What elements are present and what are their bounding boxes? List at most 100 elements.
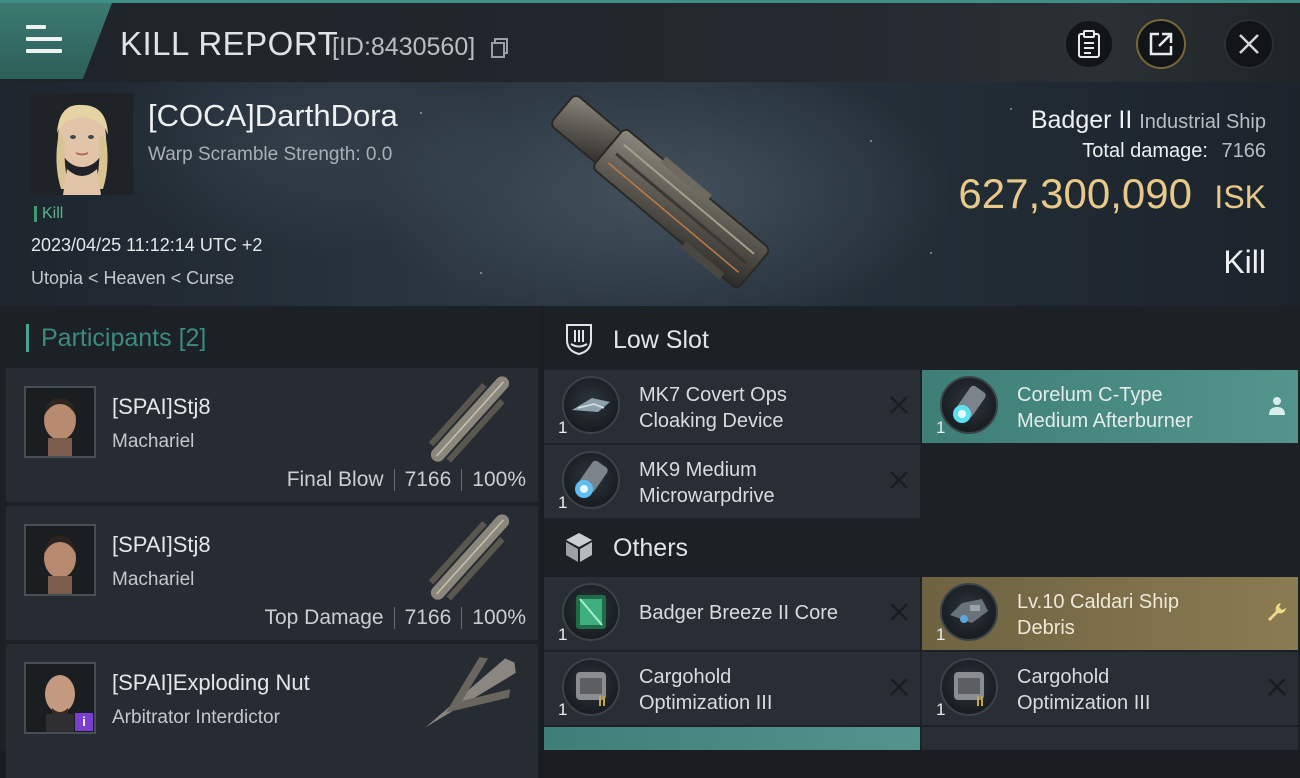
participant-stats: Top Damage 7166 100%: [264, 606, 526, 630]
module-item[interactable]: 1 MK9 Medium Microwarpdrive: [544, 445, 920, 518]
module-quantity: 1: [558, 493, 568, 512]
participant-ship-image: [425, 657, 516, 728]
module-quantity: 1: [936, 625, 946, 644]
others-label: Others: [613, 534, 689, 562]
module-quantity: 1: [558, 418, 568, 437]
x-icon: [890, 603, 908, 621]
module-name-line2: Optimization III: [1017, 692, 1151, 714]
module-item-partial[interactable]: [544, 727, 920, 750]
participant-name: [SPAI]Stj8: [112, 532, 211, 557]
ship-debris-icon: [940, 583, 998, 641]
module-name-line1: Corelum C-Type: [1017, 384, 1163, 406]
participant-stats: Final Blow 7166 100%: [287, 468, 526, 492]
x-icon: [890, 471, 908, 489]
victim-ship: Badger II Industrial Ship: [1031, 106, 1266, 135]
participants-count: [2]: [178, 324, 207, 352]
clipboard-icon: [1078, 30, 1100, 58]
ship-core-icon: [562, 583, 620, 641]
module-name: Lv.10 Caldari Ship Debris: [1017, 589, 1247, 641]
participants-title: Participants: [41, 324, 172, 352]
module-item[interactable]: 1 Badger Breeze II Core: [544, 577, 920, 650]
module-name: Cargohold Optimization III: [639, 664, 869, 716]
copy-icon[interactable]: [491, 38, 509, 58]
module-name-line1: MK9 Medium: [639, 459, 757, 481]
low-slot-section-header: Low Slot: [544, 308, 1300, 374]
avatar[interactable]: i: [24, 662, 96, 734]
person-icon: [1269, 397, 1285, 415]
low-slot-icon: [566, 324, 592, 356]
isk-unit: ISK: [1214, 179, 1266, 215]
afterburner-icon: [940, 376, 998, 434]
participant-damage: 7166: [404, 606, 452, 629]
participant-row[interactable]: [SPAI]Stj8 Machariel Final Blow 7166 100%: [6, 368, 538, 502]
ship-name: Badger II: [1030, 106, 1133, 134]
page-title: KILL REPORT: [120, 25, 339, 62]
close-icon: [1239, 34, 1259, 54]
module-name-line2: Debris: [1017, 617, 1075, 639]
x-icon: [890, 396, 908, 414]
module-item[interactable]: 1 Corelum C-Type Medium Afterburner: [922, 370, 1298, 443]
others-section-header: Others: [544, 516, 1300, 582]
participant-name: [SPAI]Exploding Nut: [112, 670, 310, 695]
module-name: Badger Breeze II Core: [639, 600, 869, 626]
participant-ship: Arbitrator Interdictor: [112, 707, 280, 728]
victim-name: [COCA]DarthDora: [148, 98, 398, 133]
module-item[interactable]: 1 Cargohold Optimization III: [922, 652, 1298, 725]
module-name: MK7 Covert Ops Cloaking Device: [639, 382, 869, 434]
module-name: Cargohold Optimization III: [1017, 664, 1247, 716]
cube-icon: [566, 533, 592, 562]
participant-row[interactable]: [SPAI]Stj8 Machariel Top Damage 7166 100%: [6, 506, 538, 640]
participants-heading: Participants [2]: [26, 324, 206, 352]
module-name-line2: Optimization III: [639, 692, 773, 714]
ship-class: Industrial Ship: [1139, 111, 1266, 133]
participant-ship: Machariel: [112, 431, 195, 452]
module-name-line2: Cloaking Device: [639, 410, 784, 432]
kill-datetime: 2023/04/25 11:12:14 UTC +2: [31, 235, 263, 255]
menu-button[interactable]: [0, 3, 112, 79]
avatar[interactable]: [24, 386, 96, 458]
module-quantity: 1: [558, 700, 568, 719]
module-item[interactable]: 1 Lv.10 Caldari Ship Debris: [922, 577, 1298, 650]
module-quantity: 1: [558, 625, 568, 644]
header-bar: KILL REPORT [ID:8430560]: [0, 0, 1300, 82]
participant-damage: 7166: [404, 468, 452, 491]
total-damage-value: 7166: [1221, 140, 1267, 162]
participant-role: Top Damage: [264, 606, 384, 629]
avatar[interactable]: [24, 524, 96, 596]
module-item[interactable]: 1 Cargohold Optimization III: [544, 652, 920, 725]
report-id: [ID:8430560]: [332, 33, 476, 61]
victim-ship-image: [551, 94, 770, 288]
clipboard-button[interactable]: [1064, 19, 1114, 69]
kill-location: Utopia < Heaven < Curse: [31, 268, 235, 288]
participant-row[interactable]: i [SPAI]Exploding Nut Arbitrator Interdi…: [6, 644, 538, 778]
victim-portrait[interactable]: [31, 93, 133, 195]
module-name-line1: Cargohold: [1017, 666, 1110, 688]
close-button[interactable]: [1224, 19, 1274, 69]
participant-percent: 100%: [472, 468, 526, 491]
warp-scramble-strength: Warp Scramble Strength: 0.0: [148, 144, 393, 165]
microwarpdrive-icon: [562, 451, 620, 509]
participants-panel: Participants [2] [SPAI]Stj8 Machariel Fi…: [0, 306, 540, 778]
module-quantity: 1: [936, 700, 946, 719]
kill-tag: Kill: [34, 206, 63, 222]
module-name-line2: Microwarpdrive: [639, 485, 775, 507]
participant-ship-image: [428, 376, 510, 463]
isk-value: 627,300,090 ISK: [958, 170, 1266, 218]
module-name-line1: Badger Breeze II Core: [639, 602, 838, 624]
module-name: Corelum C-Type Medium Afterburner: [1017, 382, 1247, 434]
participant-name: [SPAI]Stj8: [112, 394, 211, 419]
export-icon: [1149, 32, 1173, 56]
module-item-partial[interactable]: [922, 727, 1298, 750]
info-badge: i: [75, 713, 93, 731]
modules-panel: Low Slot 1 MK7 Covert Ops Cloaking Devic…: [544, 306, 1300, 750]
export-button[interactable]: [1136, 19, 1186, 69]
module-quantity: 1: [936, 418, 946, 437]
wrench-icon: [1268, 603, 1286, 621]
module-item[interactable]: 1 MK7 Covert Ops Cloaking Device: [544, 370, 920, 443]
participant-percent: 100%: [472, 606, 526, 629]
cargohold-optimization-icon: [940, 658, 998, 716]
module-name: MK9 Medium Microwarpdrive: [639, 457, 869, 509]
participant-ship-image: [428, 514, 510, 601]
participant-role: Final Blow: [286, 468, 384, 491]
module-name-line1: MK7 Covert Ops: [639, 384, 787, 406]
